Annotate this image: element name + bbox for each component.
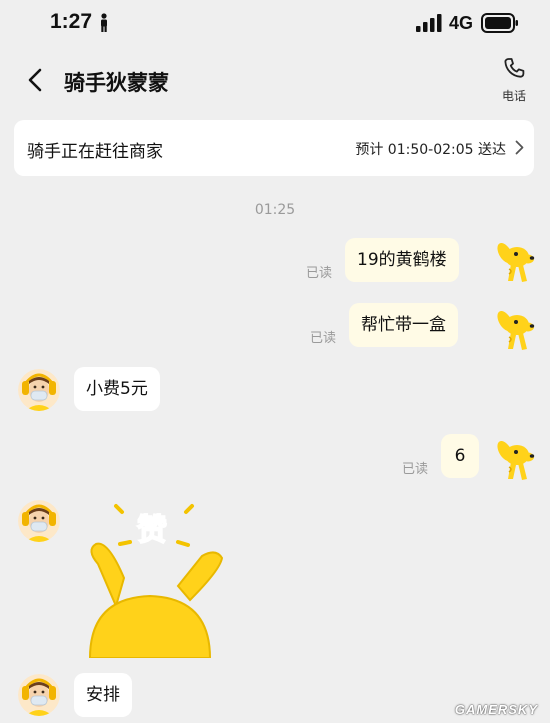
battery-icon <box>481 13 518 33</box>
person-icon <box>101 13 107 32</box>
watermark: GAMERSKY <box>454 702 538 717</box>
user-avatar-dog-icon[interactable] <box>491 436 535 482</box>
read-receipt: 已读 <box>306 266 333 281</box>
message-bubble-sent[interactable]: 帮忙带一盒 <box>349 303 458 347</box>
praise-sticker[interactable]: 赞 <box>80 498 230 658</box>
message-bubble-sent[interactable]: 6 <box>441 434 479 478</box>
status-time: 1:27 <box>50 10 93 33</box>
chevron-right-icon <box>515 140 524 155</box>
delivery-status-card[interactable]: 骑手正在赶往商家 预计 01:50-02:05 送达 <box>14 120 534 176</box>
phone-icon <box>504 58 525 78</box>
nav-bar: 骑手狄蒙蒙 电话 <box>0 50 550 110</box>
status-bar: 1:27 4G <box>0 0 550 48</box>
rider-avatar[interactable] <box>18 369 60 411</box>
message-bubble-received[interactable]: 小费5元 <box>74 367 160 411</box>
user-avatar-dog-icon[interactable] <box>491 306 535 352</box>
delivery-eta: 预计 01:50-02:05 送达 <box>355 142 506 158</box>
message-timestamp: 01:25 <box>254 202 296 218</box>
message-bubble-received[interactable]: 安排 <box>74 673 132 717</box>
sticker-text: 赞 <box>137 513 167 548</box>
call-label: 电话 <box>501 89 526 103</box>
message-bubble-sent[interactable]: 19的黄鹤楼 <box>345 238 459 282</box>
delivery-status: 骑手正在赶往商家 <box>27 142 163 162</box>
read-receipt: 已读 <box>402 462 429 477</box>
rider-avatar[interactable] <box>18 674 60 716</box>
network-type: 4G <box>449 13 474 33</box>
rider-avatar[interactable] <box>18 500 60 542</box>
signal-icon <box>416 14 442 32</box>
user-avatar-dog-icon[interactable] <box>491 238 535 284</box>
read-receipt: 已读 <box>310 331 337 346</box>
call-button[interactable]: 电话 <box>494 55 534 104</box>
back-icon[interactable] <box>28 68 42 92</box>
page-title: 骑手狄蒙蒙 <box>64 71 169 95</box>
